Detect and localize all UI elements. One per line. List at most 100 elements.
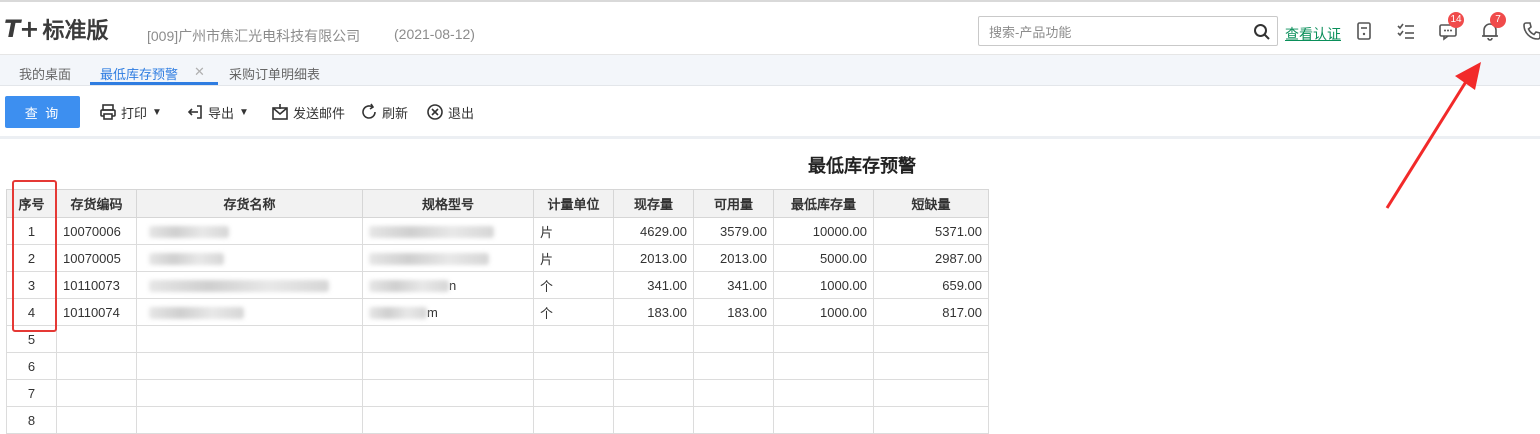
redaction-blur bbox=[369, 307, 427, 320]
export-label: 导出 bbox=[208, 105, 235, 121]
cell-seq: 3 bbox=[6, 271, 57, 299]
tab-bar: 我的桌面 最低库存预警 ✕ 采购订单明细表 bbox=[0, 55, 1540, 86]
column-header-seq[interactable]: 序号 bbox=[6, 189, 57, 218]
search-box[interactable] bbox=[978, 16, 1278, 46]
send-email-button[interactable]: 发送邮件 bbox=[271, 103, 345, 121]
cell-spec-suffix: m bbox=[427, 304, 438, 320]
cell-available: 183.00 bbox=[693, 298, 774, 326]
cell-seq: 7 bbox=[6, 379, 57, 407]
cell-shortage: 5371.00 bbox=[873, 217, 989, 245]
table-row[interactable]: 6 bbox=[6, 352, 989, 380]
cell-min-stock: 1000.00 bbox=[773, 271, 874, 299]
column-header-shortage[interactable]: 短缺量 bbox=[873, 189, 989, 218]
cell-spec-suffix: n bbox=[449, 277, 457, 293]
exit-label: 退出 bbox=[448, 105, 475, 121]
phone-icon[interactable] bbox=[1522, 21, 1540, 41]
cell-code: 10110074 bbox=[56, 298, 137, 326]
table-row[interactable]: 5 bbox=[6, 325, 989, 353]
cell-name-redacted bbox=[136, 298, 363, 326]
notification-button[interactable]: 7 bbox=[1480, 12, 1506, 41]
cell-code: 10110073 bbox=[56, 271, 137, 299]
search-icon[interactable] bbox=[1253, 23, 1271, 41]
calculator-icon[interactable] bbox=[1354, 21, 1374, 41]
refresh-button[interactable]: 刷新 bbox=[360, 103, 408, 121]
cell-shortage: 2987.00 bbox=[873, 244, 989, 272]
cell-code bbox=[56, 352, 137, 380]
query-button[interactable]: 查 询 bbox=[5, 96, 80, 128]
message-badge: 14 bbox=[1448, 12, 1464, 28]
cell-available bbox=[693, 325, 774, 353]
column-header-unit[interactable]: 计量单位 bbox=[533, 189, 614, 218]
cell-shortage bbox=[873, 352, 989, 380]
printer-icon bbox=[100, 104, 116, 120]
app-logo[interactable]: T+ 标准版 bbox=[4, 15, 109, 43]
search-input[interactable] bbox=[987, 22, 1251, 42]
cell-spec-redacted bbox=[362, 217, 534, 245]
cell-available bbox=[693, 379, 774, 407]
table-row[interactable]: 2 10070005 片 2013.00 2013.00 5000.00 298… bbox=[6, 244, 989, 272]
export-button[interactable]: 导出 ▼ bbox=[186, 103, 249, 121]
column-header-code[interactable]: 存货编码 bbox=[56, 189, 137, 218]
cell-shortage: 817.00 bbox=[873, 298, 989, 326]
cell-stock bbox=[613, 406, 694, 434]
cell-unit bbox=[533, 352, 614, 380]
redaction-blur bbox=[149, 253, 224, 266]
cell-stock bbox=[613, 325, 694, 353]
cell-name-redacted bbox=[136, 271, 363, 299]
cell-seq: 2 bbox=[6, 244, 57, 272]
cell-name bbox=[136, 352, 363, 380]
cell-stock bbox=[613, 352, 694, 380]
column-header-spec[interactable]: 规格型号 bbox=[362, 189, 534, 218]
cell-unit bbox=[533, 379, 614, 407]
cell-code bbox=[56, 379, 137, 407]
cell-unit bbox=[533, 406, 614, 434]
table-row[interactable]: 1 10070006 片 4629.00 3579.00 10000.00 53… bbox=[6, 217, 989, 245]
verify-certification-link[interactable]: 查看认证 bbox=[1285, 24, 1341, 44]
logo-edition: 标准版 bbox=[42, 18, 109, 43]
active-tab-indicator bbox=[90, 82, 218, 85]
redaction-blur bbox=[149, 226, 229, 239]
column-header-available[interactable]: 可用量 bbox=[693, 189, 774, 218]
cell-seq: 1 bbox=[6, 217, 57, 245]
cell-spec bbox=[362, 379, 534, 407]
table-row[interactable]: 3 10110073 n 个 341.00 341.00 1000.00 659… bbox=[6, 271, 989, 299]
exit-button[interactable]: 退出 bbox=[426, 103, 474, 121]
cell-min-stock: 1000.00 bbox=[773, 298, 874, 326]
top-header: T+ 标准版 [009]广州市焦汇光电科技有限公司 (2021-08-12) 查… bbox=[0, 0, 1540, 55]
cell-spec bbox=[362, 325, 534, 353]
cell-unit: 片 bbox=[533, 244, 614, 272]
cell-seq: 4 bbox=[6, 298, 57, 326]
cell-stock: 341.00 bbox=[613, 271, 694, 299]
exit-icon bbox=[427, 104, 443, 120]
cell-stock: 183.00 bbox=[613, 298, 694, 326]
tab-purchase-order-detail[interactable]: 采购订单明细表 bbox=[229, 64, 320, 83]
print-button[interactable]: 打印 ▼ bbox=[99, 103, 162, 121]
cell-available: 2013.00 bbox=[693, 244, 774, 272]
column-header-min-stock[interactable]: 最低库存量 bbox=[773, 189, 874, 218]
tab-min-stock-warning[interactable]: 最低库存预警 bbox=[100, 64, 178, 83]
cell-spec-redacted bbox=[362, 244, 534, 272]
redaction-blur bbox=[369, 280, 449, 293]
redaction-blur bbox=[369, 226, 494, 239]
redaction-blur bbox=[149, 280, 329, 293]
tab-my-desktop[interactable]: 我的桌面 bbox=[19, 64, 71, 83]
cell-min-stock bbox=[773, 325, 874, 353]
message-button[interactable]: 14 bbox=[1438, 12, 1464, 41]
table-row[interactable]: 8 bbox=[6, 406, 989, 434]
refresh-label: 刷新 bbox=[382, 105, 409, 121]
cell-available: 341.00 bbox=[693, 271, 774, 299]
column-header-stock[interactable]: 现存量 bbox=[613, 189, 694, 218]
email-icon bbox=[272, 104, 288, 120]
report-title: 最低库存预警 bbox=[808, 156, 916, 176]
tab-close-icon[interactable]: ✕ bbox=[194, 64, 205, 80]
logo-mark: T+ bbox=[4, 15, 39, 43]
login-date: (2021-08-12) bbox=[394, 26, 475, 42]
cell-code: 10070005 bbox=[56, 244, 137, 272]
cell-name bbox=[136, 325, 363, 353]
cell-unit: 个 bbox=[533, 271, 614, 299]
cell-available: 3579.00 bbox=[693, 217, 774, 245]
table-row[interactable]: 4 10110074 m 个 183.00 183.00 1000.00 817… bbox=[6, 298, 989, 326]
table-row[interactable]: 7 bbox=[6, 379, 989, 407]
task-list-icon[interactable] bbox=[1396, 21, 1416, 41]
column-header-name[interactable]: 存货名称 bbox=[136, 189, 363, 218]
